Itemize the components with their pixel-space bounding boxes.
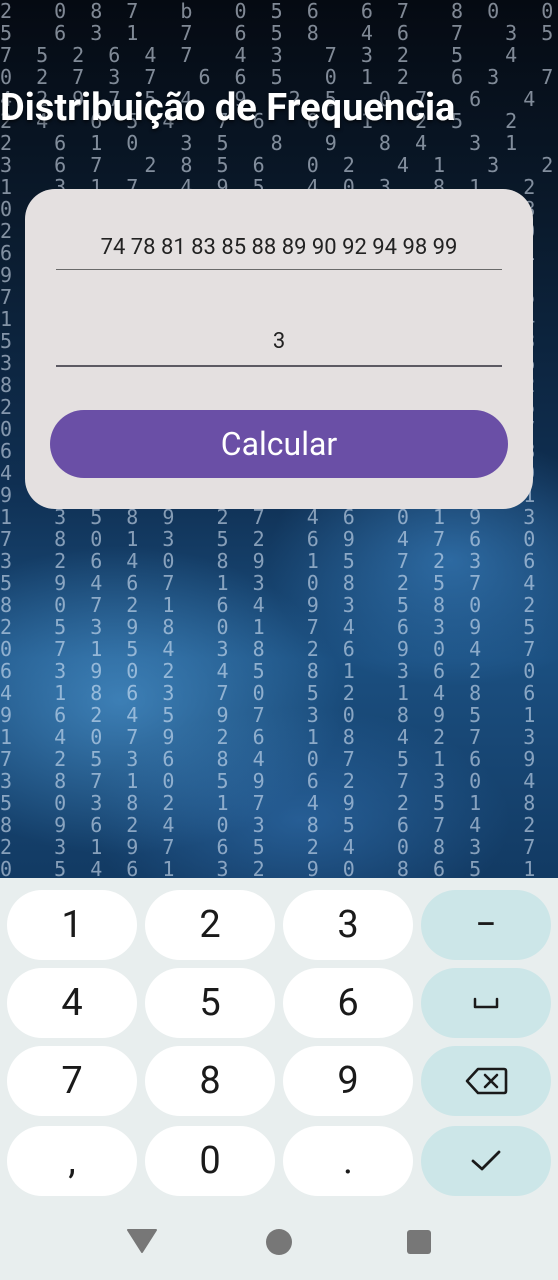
key-9[interactable]: 9 (283, 1046, 413, 1116)
classes-input[interactable]: 3 (56, 329, 502, 367)
numeric-keyboard: 1 2 3 − 4 5 6 7 8 9 , 0 . (0, 878, 558, 1280)
home-nav-icon[interactable] (259, 1222, 299, 1262)
input-card: 74 78 81 83 85 88 89 90 92 94 98 99 3 Ca… (25, 189, 533, 509)
back-nav-icon[interactable] (122, 1222, 162, 1262)
key-7[interactable]: 7 (7, 1046, 137, 1116)
backspace-icon (465, 1067, 508, 1095)
page-title: Distribuição de Frequencia (0, 86, 456, 130)
space-icon (473, 997, 499, 1009)
key-backspace[interactable] (421, 1046, 551, 1116)
recents-nav-icon[interactable] (399, 1222, 439, 1262)
key-4[interactable]: 4 (7, 968, 137, 1038)
key-0[interactable]: 0 (145, 1126, 275, 1196)
data-input[interactable]: 74 78 81 83 85 88 89 90 92 94 98 99 (56, 235, 502, 270)
key-done[interactable] (421, 1126, 551, 1196)
key-2[interactable]: 2 (145, 890, 275, 960)
calculate-button[interactable]: Calcular (50, 410, 508, 478)
key-6[interactable]: 6 (283, 968, 413, 1038)
key-comma[interactable]: , (7, 1126, 137, 1196)
key-space[interactable] (421, 968, 551, 1038)
key-3[interactable]: 3 (283, 890, 413, 960)
key-5[interactable]: 5 (145, 968, 275, 1038)
key-8[interactable]: 8 (145, 1046, 275, 1116)
key-period[interactable]: . (283, 1126, 413, 1196)
checkmark-icon (471, 1150, 501, 1171)
key-minus[interactable]: − (421, 890, 551, 960)
key-1[interactable]: 1 (7, 890, 137, 960)
